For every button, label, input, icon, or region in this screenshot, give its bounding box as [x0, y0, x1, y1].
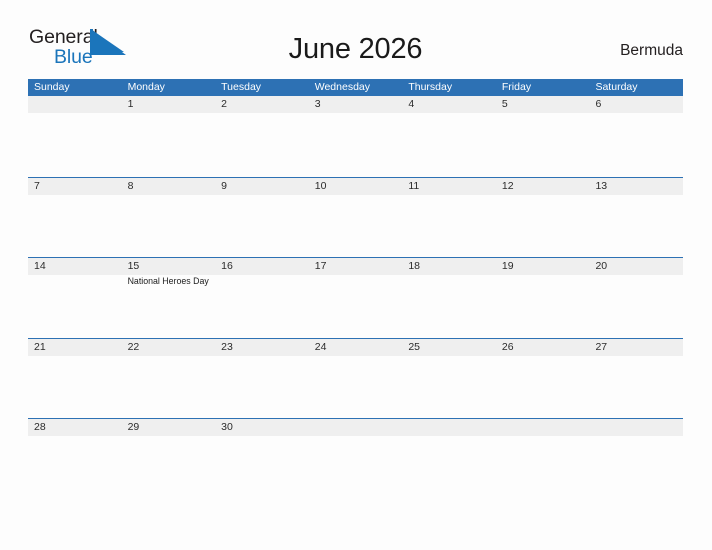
- day-number: 14: [34, 260, 46, 272]
- weekday-header-monday: Monday: [127, 81, 165, 93]
- day-cell[interactable]: 6: [589, 96, 683, 177]
- day-cell[interactable]: 25: [402, 339, 496, 419]
- day-cell[interactable]: 30: [215, 419, 309, 443]
- day-cell[interactable]: 22: [122, 339, 216, 419]
- day-number: 9: [221, 179, 227, 192]
- day-number: 24: [314, 340, 327, 353]
- weekday-header-wednesday: Wednesday: [314, 81, 370, 93]
- day-number: 8: [127, 179, 134, 192]
- day-cell[interactable]: [28, 96, 122, 177]
- week-row: 14 15 National Heroes Day 16 17 18 19 20: [28, 257, 683, 338]
- day-cell[interactable]: 5: [496, 96, 590, 177]
- day-number: 19: [501, 260, 514, 272]
- day-number: 7: [34, 179, 40, 192]
- page-header: General Blue June 2026 Bermuda: [28, 26, 683, 72]
- day-cell[interactable]: 4: [402, 96, 496, 177]
- day-number: 23: [221, 340, 233, 353]
- day-number: 22: [127, 340, 140, 353]
- page-title: June 2026: [288, 33, 423, 65]
- calendar-location: Bermuda: [620, 42, 683, 59]
- day-cell[interactable]: 12: [496, 178, 590, 258]
- weekday-header-friday: Friday: [501, 81, 532, 93]
- day-cell[interactable]: [589, 419, 683, 443]
- day-cell[interactable]: 26: [496, 339, 590, 419]
- day-cell[interactable]: 11: [402, 178, 496, 258]
- week-row: 7 8 9 10 11 12 13: [28, 176, 683, 258]
- day-cell[interactable]: [402, 419, 496, 443]
- weekday-header-thursday: Thursday: [408, 81, 453, 93]
- day-cell[interactable]: 19: [496, 258, 590, 338]
- day-cell[interactable]: 17: [309, 258, 403, 338]
- day-number: 16: [221, 260, 233, 272]
- day-number: 25: [408, 340, 420, 353]
- day-cell[interactable]: 7: [28, 178, 122, 258]
- day-number: 3: [314, 98, 321, 110]
- day-number: 27: [595, 340, 608, 353]
- calendar-page: General Blue June 2026 Bermuda Sunday Mo…: [0, 0, 712, 550]
- day-cell[interactable]: 1: [122, 96, 216, 177]
- day-cell[interactable]: 21: [28, 339, 122, 419]
- day-number: 12: [501, 179, 514, 192]
- weekday-header-saturday: Saturday: [595, 81, 638, 93]
- day-cell[interactable]: [496, 419, 590, 443]
- day-cell[interactable]: 10: [309, 178, 403, 258]
- day-cell[interactable]: 13: [589, 178, 683, 258]
- day-number: 11: [408, 179, 420, 192]
- day-number: 10: [314, 179, 327, 192]
- day-number: 17: [314, 260, 327, 272]
- day-number: 21: [34, 340, 46, 353]
- day-cell[interactable]: 18: [402, 258, 496, 338]
- day-cell[interactable]: 8: [122, 178, 216, 258]
- day-number: 26: [501, 340, 514, 353]
- day-cell[interactable]: 24: [309, 339, 403, 419]
- day-number: 4: [408, 98, 415, 110]
- day-number: 29: [127, 421, 140, 433]
- day-number: 6: [595, 98, 602, 110]
- event-label[interactable]: National Heroes Day: [128, 276, 211, 288]
- day-number: 13: [595, 179, 608, 192]
- day-number: 28: [34, 421, 46, 433]
- day-number: 18: [408, 260, 420, 272]
- day-cell[interactable]: 27: [589, 339, 683, 419]
- day-cell[interactable]: 28: [28, 419, 122, 443]
- week-row: 21 22 23 24 25 26 27: [28, 337, 683, 419]
- day-cell[interactable]: 16: [215, 258, 309, 338]
- day-cell[interactable]: 14: [28, 258, 122, 338]
- day-number: 30: [221, 421, 233, 433]
- week-row: 1 2 3 4 5 6: [28, 96, 683, 177]
- week-row: 28 29 30: [28, 418, 683, 443]
- day-number: 20: [595, 260, 608, 272]
- day-cell[interactable]: 9: [215, 178, 309, 258]
- day-cell[interactable]: 20: [589, 258, 683, 338]
- day-cell[interactable]: 3: [309, 96, 403, 177]
- day-cell[interactable]: 29: [122, 419, 216, 443]
- weekday-header-tuesday: Tuesday: [221, 81, 262, 93]
- day-cell[interactable]: 23: [215, 339, 309, 419]
- day-cell[interactable]: [309, 419, 403, 443]
- day-cell[interactable]: 2: [215, 96, 309, 177]
- day-number: 2: [221, 98, 227, 110]
- day-number: 1: [127, 98, 134, 110]
- month-calendar-grid: Sunday Monday Tuesday Wednesday Thursday…: [28, 79, 683, 443]
- day-number: 5: [501, 98, 508, 110]
- weekday-header-row: Sunday Monday Tuesday Wednesday Thursday…: [28, 79, 683, 96]
- day-number: 15: [127, 260, 140, 272]
- day-events: National Heroes Day: [128, 276, 211, 288]
- weekday-header-sunday: Sunday: [34, 81, 70, 93]
- day-cell[interactable]: 15 National Heroes Day: [122, 258, 216, 338]
